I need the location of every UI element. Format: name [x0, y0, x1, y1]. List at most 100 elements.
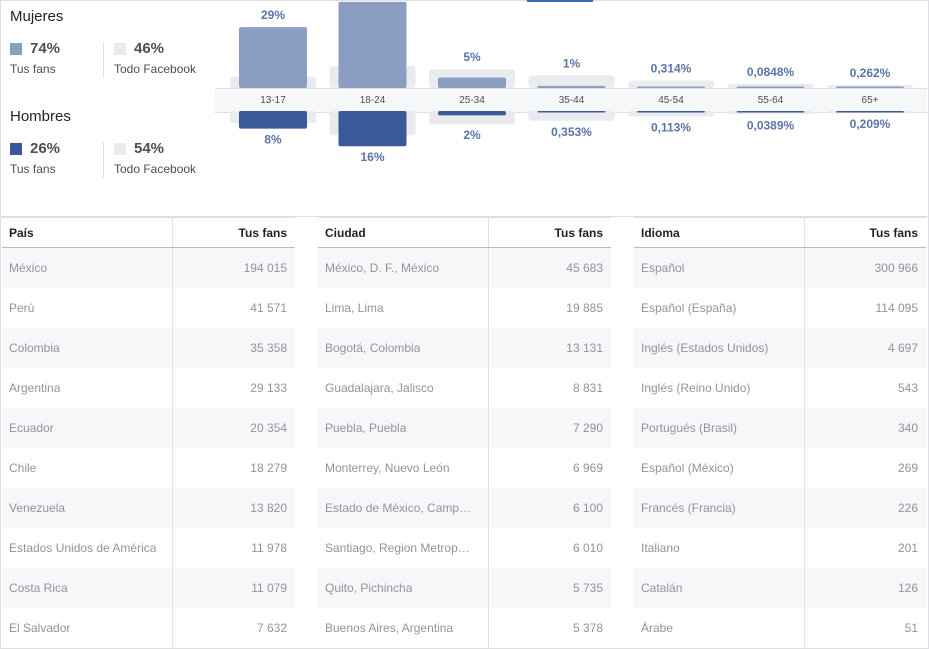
city-column-header[interactable]: Ciudad — [325, 226, 366, 240]
table-row[interactable]: Árabe 51 — [634, 608, 926, 648]
row-label: Portugués (Brasil) — [641, 421, 738, 435]
row-value: 126 — [897, 581, 918, 595]
row-label: Costa Rica — [9, 581, 68, 595]
men-facebook-label: Todo Facebook — [114, 162, 197, 176]
table-row[interactable]: Santiago, Region Metrop… 6 010 — [318, 528, 611, 568]
row-label: Colombia — [9, 341, 60, 355]
row-value: 7 290 — [572, 421, 603, 435]
table-row[interactable]: México, D. F., México 45 683 — [318, 248, 611, 288]
row-value: 201 — [897, 541, 918, 555]
women-fans-label: Tus fans — [10, 62, 56, 76]
row-label: Puebla, Puebla — [325, 421, 407, 435]
table-row[interactable]: El Salvador 7 632 — [2, 608, 295, 648]
row-value: 51 — [904, 621, 918, 635]
table-row[interactable]: Quito, Pichincha 5 735 — [318, 568, 611, 608]
table-row[interactable]: Portugués (Brasil) 340 — [634, 408, 926, 448]
age-tick-label: 35-44 — [559, 95, 585, 106]
row-value: 8 831 — [572, 381, 603, 395]
table-row[interactable]: Argentina 29 133 — [2, 368, 295, 408]
table-row[interactable]: Colombia 35 358 — [2, 328, 295, 368]
row-label: Estados Unidos de América — [9, 541, 157, 555]
row-label: Italiano — [641, 541, 680, 555]
table-row[interactable]: Puebla, Puebla 7 290 — [318, 408, 611, 448]
age-tick-label: 18-24 — [360, 95, 386, 106]
women-facebook-pct: 46% — [134, 40, 165, 57]
row-label: Bogotá, Colombia — [325, 341, 421, 355]
men-facebook-pct: 54% — [134, 140, 165, 157]
age-tick-label: 45-54 — [658, 95, 684, 106]
men-value-label: 0,113% — [651, 121, 691, 135]
table-row[interactable]: Guadalajara, Jalisco 8 831 — [318, 368, 611, 408]
fans-column-header[interactable]: Tus fans — [870, 226, 918, 240]
fans-column-header[interactable]: Tus fans — [555, 226, 603, 240]
row-value: 29 133 — [250, 381, 287, 395]
row-label: Quito, Pichincha — [325, 581, 413, 595]
table-row[interactable]: Venezuela 13 820 — [2, 488, 295, 528]
age-tick-label: 13-17 — [260, 95, 286, 106]
language-column-header[interactable]: Idioma — [641, 226, 680, 240]
row-value: 18 279 — [250, 461, 287, 475]
women-bar — [338, 1, 407, 88]
fans-column-header[interactable]: Tus fans — [239, 226, 287, 240]
facebook-swatch — [114, 43, 126, 55]
table-row[interactable]: Buenos Aires, Argentina 5 378 — [318, 608, 611, 648]
men-fans-swatch — [10, 143, 22, 155]
women-fans-swatch — [10, 43, 22, 55]
men-bar — [239, 111, 307, 129]
row-label: Español (México) — [641, 461, 734, 475]
row-value: 7 632 — [256, 621, 287, 635]
table-row[interactable]: Bogotá, Colombia 13 131 — [318, 328, 611, 368]
women-facebook-label: Todo Facebook — [114, 62, 197, 76]
table-row[interactable]: Inglés (Estados Unidos) 4 697 — [634, 328, 926, 368]
table-row[interactable]: Español 300 966 — [634, 248, 926, 288]
women-bar — [736, 86, 805, 88]
row-label: Venezuela — [9, 501, 66, 515]
row-value: 45 683 — [566, 261, 603, 275]
men-title: Hombres — [10, 108, 71, 125]
table-row[interactable]: Español (México) 269 — [634, 448, 926, 488]
table-row[interactable]: Italiano 201 — [634, 528, 926, 568]
table-row[interactable]: Estados Unidos de América 11 978 — [2, 528, 295, 568]
row-label: Monterrey, Nuevo León — [325, 461, 450, 475]
row-value: 4 697 — [887, 341, 918, 355]
age-tick-label: 55-64 — [758, 95, 784, 106]
table-row[interactable]: Español (España) 114 095 — [634, 288, 926, 328]
row-value: 226 — [897, 501, 918, 515]
table-row[interactable]: Catalán 126 — [634, 568, 926, 608]
row-label: Santiago, Region Metrop… — [325, 541, 470, 555]
row-label: México, D. F., México — [325, 261, 440, 275]
row-value: 340 — [897, 421, 918, 435]
row-label: Lima, Lima — [325, 301, 384, 315]
table-row[interactable]: México 194 015 — [2, 248, 295, 288]
row-label: Chile — [9, 461, 37, 475]
women-bar — [239, 27, 307, 89]
table-row[interactable]: Ecuador 20 354 — [2, 408, 295, 448]
divider — [103, 42, 104, 78]
row-label: Estado de México, Camp… — [325, 501, 472, 515]
table-header: Ciudad Tus fans — [318, 218, 611, 248]
men-value-label: 16% — [360, 150, 384, 164]
table-row[interactable]: Costa Rica 11 079 — [2, 568, 295, 608]
table-row[interactable]: Monterrey, Nuevo León 6 969 — [318, 448, 611, 488]
table-row[interactable]: Inglés (Reino Unido) 543 — [634, 368, 926, 408]
country-column-header[interactable]: País — [9, 226, 34, 240]
table-row[interactable]: Chile 18 279 — [2, 448, 295, 488]
women-value-label: 5% — [463, 50, 481, 64]
table-row[interactable]: Estado de México, Camp… 6 100 — [318, 488, 611, 528]
table-row[interactable]: Francés (Francia) 226 — [634, 488, 926, 528]
table-header: Idioma Tus fans — [634, 218, 926, 248]
women-title: Mujeres — [10, 8, 64, 25]
table-row[interactable]: Lima, Lima 19 885 — [318, 288, 611, 328]
row-value: 300 966 — [874, 261, 918, 275]
row-value: 13 131 — [566, 341, 603, 355]
age-tick-label: 25-34 — [459, 95, 485, 106]
row-value: 35 358 — [250, 341, 287, 355]
city-table: Ciudad Tus fans México, D. F., México 45 … — [318, 217, 611, 648]
women-value-label: 0,0848% — [747, 65, 795, 79]
table-row[interactable]: Perú 41 571 — [2, 288, 295, 328]
row-value: 5 378 — [572, 621, 603, 635]
row-value: 269 — [897, 461, 918, 475]
women-bar — [438, 77, 506, 88]
table-header: País Tus fans — [2, 218, 295, 248]
men-bar — [438, 111, 506, 116]
